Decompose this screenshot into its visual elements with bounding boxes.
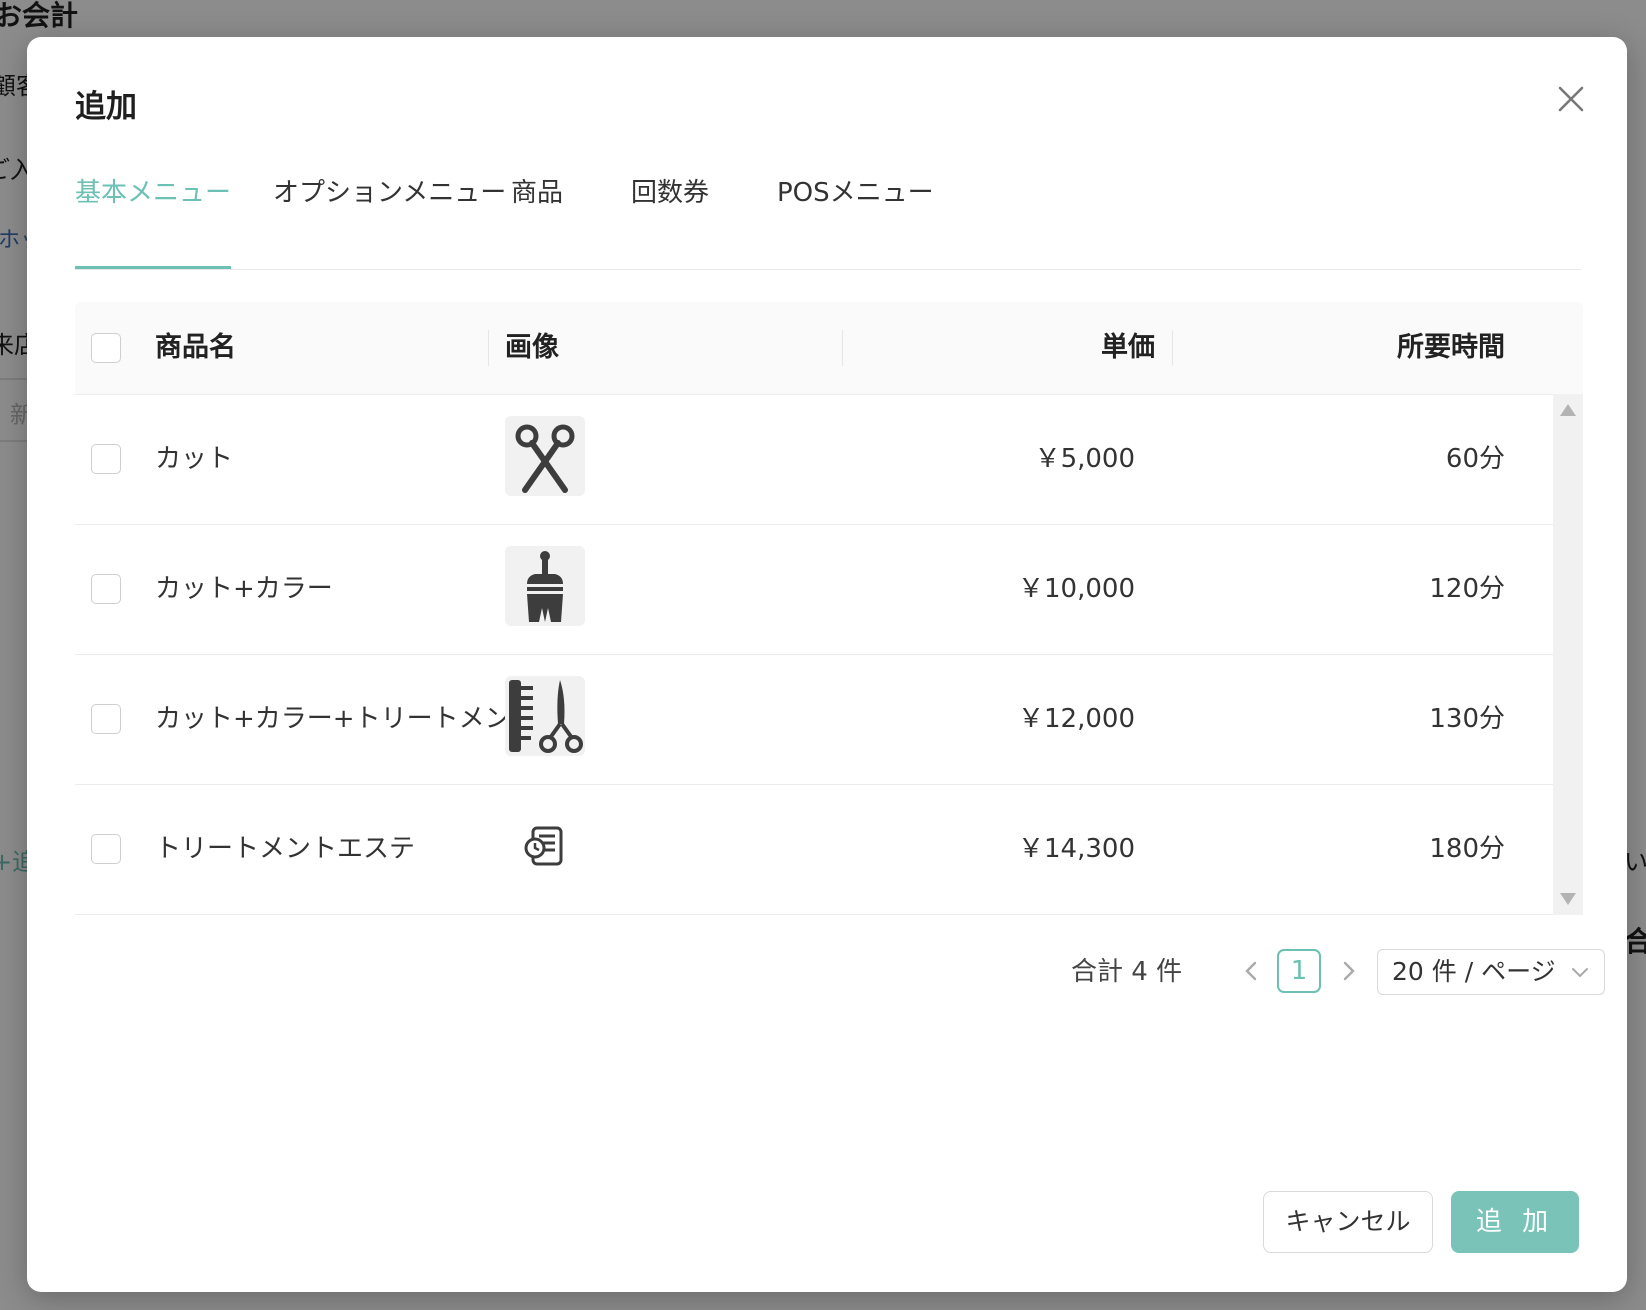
row-name: カット+カラー+トリートメント [155,704,537,734]
row-name: トリートメントエステ [155,834,416,864]
row-duration: 130分 [1429,704,1505,734]
row-name: カット [155,444,234,474]
row-image [505,806,585,886]
table-row[interactable]: カット+カラー ￥10,000 120分 [75,524,1553,655]
select-all-checkbox[interactable] [91,333,121,363]
column-header-name: 商品名 [155,332,236,363]
table-row[interactable]: カット+カラー+トリートメント ￥12,000 130分 [75,654,1553,785]
page-number-current[interactable]: 1 [1277,949,1321,993]
chevron-down-icon [1572,968,1588,978]
row-checkbox[interactable] [91,574,121,604]
menu-table: 商品名 画像 単価 所要時間 カット ￥5,000 60分 カット+カラー ￥1… [75,302,1583,915]
row-name: カット+カラー [155,574,333,604]
table-row[interactable]: カット ￥5,000 60分 [75,394,1553,525]
column-header-image: 画像 [505,332,559,363]
chevron-right-icon [1343,961,1355,981]
tab-basic-menu[interactable]: 基本メニュー [75,168,232,269]
row-image [505,546,585,626]
cancel-button[interactable]: キャンセル [1263,1191,1433,1253]
prev-page-button[interactable] [1239,955,1263,987]
column-divider [842,330,843,366]
close-button[interactable] [1549,77,1593,121]
comb-scissors-icon [509,680,583,753]
row-duration: 60分 [1445,444,1505,474]
table-body: カット ￥5,000 60分 カット+カラー ￥10,000 120分 カット+… [75,394,1553,915]
page-size-select[interactable]: 20 件 / ページ [1377,949,1605,995]
row-checkbox[interactable] [91,834,121,864]
scissors-icon [515,424,575,493]
column-divider [1172,330,1173,366]
row-duration: 120分 [1429,574,1505,604]
chevron-left-icon [1245,961,1257,981]
row-price: ￥10,000 [1018,574,1135,604]
add-button[interactable]: 追 加 [1451,1191,1579,1253]
tab-tickets[interactable]: 回数券 [631,168,709,267]
close-icon [1558,86,1584,112]
row-duration: 180分 [1429,834,1505,864]
dialog-title: 追加 [75,89,137,125]
column-header-duration: 所要時間 [1397,332,1505,363]
tab-products[interactable]: 商品 [511,168,563,267]
next-page-button[interactable] [1337,955,1361,987]
row-image [505,676,585,756]
row-price: ￥14,300 [1018,834,1135,864]
table-row[interactable]: トリートメントエステ ￥14,300 180分 [75,784,1553,915]
scroll-up-arrow-icon[interactable] [1560,404,1576,416]
column-divider [488,330,489,366]
tab-pos-menu[interactable]: POSメニュー [777,168,934,267]
total-count: 合計 4 件 [1071,957,1183,987]
table-header: 商品名 画像 単価 所要時間 [75,302,1583,395]
table-scrollbar[interactable] [1553,394,1583,915]
hair-dye-brush-icon [527,551,563,622]
page-size-value: 20 件 / ページ [1392,957,1556,986]
menu-tabs: 基本メニュー オプションメニュー 商品 回数券 POSメニュー [75,168,1581,270]
row-price: ￥5,000 [1034,444,1135,474]
row-image [505,416,585,496]
row-checkbox[interactable] [91,704,121,734]
row-price: ￥12,000 [1018,704,1135,734]
tab-option-menu[interactable]: オプションメニュー [273,168,506,267]
scroll-down-arrow-icon[interactable] [1560,893,1576,905]
column-header-price: 単価 [1101,332,1155,363]
clock-document-icon [524,826,563,866]
add-item-dialog: 追加 基本メニュー オプションメニュー 商品 回数券 POSメニュー 商品名 画… [27,37,1627,1292]
row-checkbox[interactable] [91,444,121,474]
